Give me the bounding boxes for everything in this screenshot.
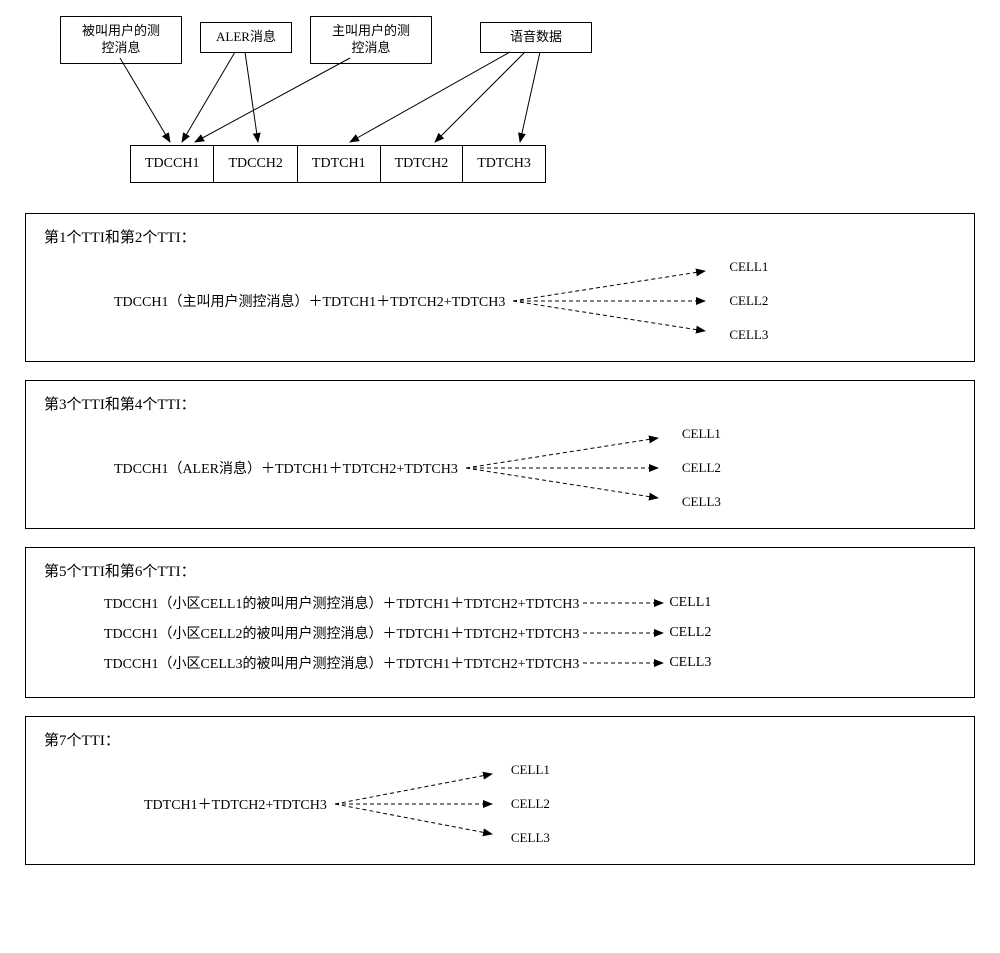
source-channel-map: 被叫用户的测控消息 ALER消息 主叫用户的测控消息 语音数据 TDCCH1 T… [40,10,990,195]
cell-label: CELL1 [729,259,768,275]
cell-targets: CELL1 CELL2 CELL3 [511,762,550,846]
channel-tdcch2: TDCCH2 [213,145,297,183]
channel-tdtch3: TDTCH3 [462,145,546,183]
panel-tti-5-6: 第5个TTI和第6个TTI： TDCCH1（小区CELL1的被叫用户测控消息）＋… [25,547,975,698]
arrow-straight [579,623,669,643]
channel-row: TDCCH1 TDCCH2 TDTCH1 TDTCH2 TDTCH3 [130,145,546,183]
expression: TDTCH1＋TDTCH2+TDTCH3 [144,794,327,814]
arrow-straight [579,593,669,613]
arrow-straight [579,653,669,673]
cell-label: CELL1 [511,762,550,778]
expression: TDCCH1（小区CELL1的被叫用户测控消息）＋TDTCH1＋TDTCH2+T… [104,593,579,613]
cell-label: CELL1 [669,595,711,611]
fanout-arrows [458,428,678,508]
panel-title: 第1个TTI和第2个TTI： [44,226,956,247]
panel-tti-3-4: 第3个TTI和第4个TTI： TDCCH1（ALER消息）＋TDTCH1＋TDT… [25,380,975,529]
source-label: 主叫用户的测控消息 [332,23,410,55]
panel-title: 第7个TTI： [44,729,956,750]
cell-label: CELL2 [511,796,550,812]
source-box-voice-data: 语音数据 [480,22,592,53]
cell-label: CELL3 [511,830,550,846]
cell-label: CELL2 [682,460,721,476]
panel-tti-1-2: 第1个TTI和第2个TTI： TDCCH1（主叫用户测控消息）＋TDTCH1＋T… [25,213,975,362]
panel-tti-7: 第7个TTI： TDTCH1＋TDTCH2+TDTCH3 CELL1 CELL2… [25,716,975,865]
expression: TDCCH1（ALER消息）＋TDTCH1＋TDTCH2+TDTCH3 [114,458,458,478]
channel-tdcch1: TDCCH1 [130,145,214,183]
cell-targets: CELL1 CELL2 CELL3 [729,259,768,343]
cell-label: CELL3 [669,655,711,671]
source-label: 被叫用户的测控消息 [82,23,160,55]
channel-tdtch1: TDTCH1 [297,145,381,183]
expression: TDCCH1（主叫用户测控消息）＋TDTCH1＋TDTCH2+TDTCH3 [114,291,505,311]
cell-label: CELL3 [682,494,721,510]
cell-label: CELL3 [729,327,768,343]
panel-title: 第3个TTI和第4个TTI： [44,393,956,414]
source-label: ALER消息 [216,29,276,44]
channel-tdtch2: TDTCH2 [380,145,464,183]
source-box-called-user: 被叫用户的测控消息 [60,16,182,64]
source-label: 语音数据 [510,29,562,44]
cell-targets: CELL1 CELL2 CELL3 [682,426,721,510]
expression: TDCCH1（小区CELL2的被叫用户测控消息）＋TDTCH1＋TDTCH2+T… [104,623,579,643]
expression: TDCCH1（小区CELL3的被叫用户测控消息）＋TDTCH1＋TDTCH2+T… [104,653,579,673]
cell-label: CELL2 [729,293,768,309]
source-box-aler: ALER消息 [200,22,292,53]
source-box-calling-user: 主叫用户的测控消息 [310,16,432,64]
fanout-arrows [505,261,725,341]
cell-label: CELL2 [669,625,711,641]
fanout-arrows [327,764,507,844]
panel-title: 第5个TTI和第6个TTI： [44,560,956,581]
cell-label: CELL1 [682,426,721,442]
